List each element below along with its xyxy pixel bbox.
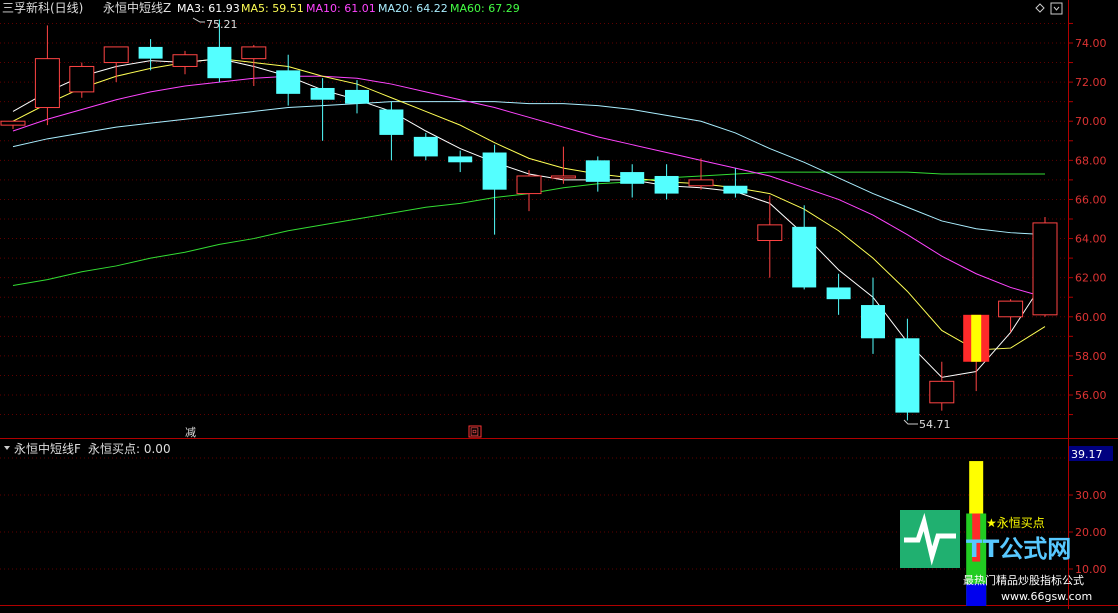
- price-tick-label: 70.00: [1075, 115, 1107, 128]
- candle-down: [310, 87, 335, 100]
- sub-tick-label: 30.00: [1075, 489, 1107, 502]
- buy-signal-label: ★永恒买点: [986, 516, 1045, 530]
- price-tick-label: 72.00: [1075, 76, 1107, 89]
- stock-chart-window: 74.00 72.00 70.00 68.00 66.00 64.00 62.00 60.00…: [0, 0, 1118, 609]
- price-tick-label: 60.00: [1075, 311, 1107, 324]
- candle-down: [482, 152, 507, 190]
- candle-down: [792, 226, 817, 288]
- candle-down: [138, 46, 163, 59]
- candle-up: [550, 175, 576, 179]
- sub-tick-label: 20.00: [1075, 526, 1107, 539]
- sub-indicator-field: 永恒买点: 0.00: [88, 442, 171, 456]
- candle-up: [998, 300, 1024, 318]
- current-value-label: 39.17: [1071, 448, 1103, 461]
- candle-down: [207, 46, 232, 79]
- candle-down: [895, 338, 920, 413]
- watermark-slogan: 最热门精品炒股指标公式: [963, 573, 1084, 587]
- candle-up: [34, 58, 60, 109]
- candle-down: [379, 109, 404, 135]
- sub-indicator-title: 永恒中短线F: [14, 441, 81, 456]
- price-tick-label: 68.00: [1075, 154, 1107, 167]
- candle-up: [516, 175, 542, 195]
- candle-down: [861, 305, 885, 339]
- watermark-brand: TT公式网: [966, 535, 1071, 563]
- candle-down: [585, 160, 610, 182]
- candle-down: [413, 136, 438, 157]
- signal-box-marker-label: 回: [470, 427, 479, 438]
- stock-title: 三孚新科(日线): [2, 0, 83, 15]
- candle-up: [929, 380, 955, 404]
- candle-up: [757, 224, 783, 242]
- price-tick-label: 58.00: [1075, 350, 1107, 363]
- candle-up: [688, 179, 714, 187]
- price-tick-label: 56.00: [1075, 389, 1107, 402]
- price-tick-label: 62.00: [1075, 272, 1107, 285]
- price-tick-label: 66.00: [1075, 193, 1107, 206]
- candle-up: [1032, 222, 1058, 316]
- high-price-label: 75.21: [206, 18, 238, 31]
- kline-chart[interactable]: 74.00 72.00 70.00 68.00 66.00 64.00 62.00 60.00…: [0, 0, 1118, 609]
- candle-up: [69, 65, 95, 93]
- legend-ma10: MA10: 61.01: [306, 2, 376, 15]
- legend-ma3: MA3: 61.93: [177, 2, 240, 15]
- reduce-marker: 减: [185, 426, 196, 439]
- candle-up: [172, 54, 198, 67]
- legend-ma60: MA60: 67.29: [450, 2, 520, 15]
- signal-bar-blue: [966, 583, 987, 606]
- candle-down: [826, 287, 851, 300]
- candle-up: [241, 46, 267, 60]
- watermark-url: www.66gsw.com: [1001, 590, 1092, 603]
- legend-ma20: MA20: 64.22: [378, 2, 448, 15]
- signal-candle-core: [971, 314, 982, 362]
- candle-up: [0, 120, 26, 126]
- candle-up: [103, 46, 129, 64]
- candle-down: [276, 70, 301, 94]
- candle-down: [345, 89, 369, 104]
- price-tick-label: 64.00: [1075, 233, 1107, 246]
- candle-down: [723, 185, 748, 194]
- legend-ma5: MA5: 59.51: [241, 2, 304, 15]
- candle-down: [654, 175, 679, 194]
- candle-down: [448, 156, 473, 163]
- indicator-name: 永恒中短线Z: [103, 0, 171, 15]
- low-price-label: 54.71: [919, 418, 951, 431]
- candle-down: [620, 172, 645, 184]
- price-tick-label: 74.00: [1075, 37, 1107, 50]
